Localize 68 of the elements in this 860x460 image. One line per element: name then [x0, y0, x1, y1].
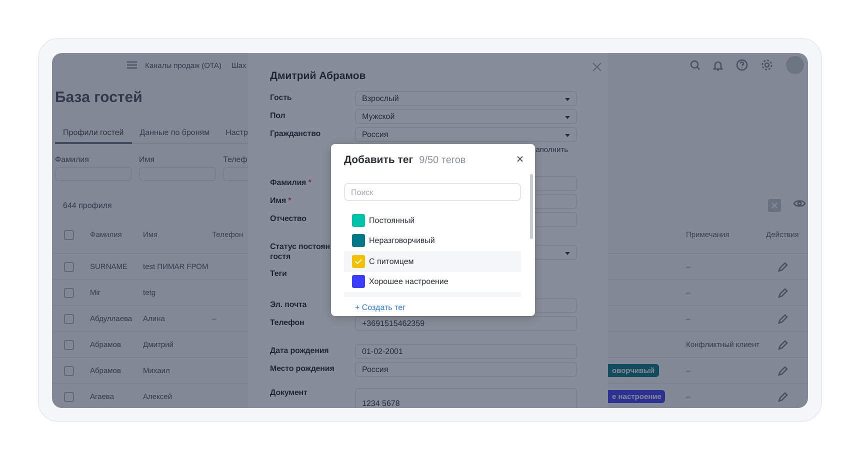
field-label: Эл. почта — [270, 300, 308, 310]
field-label: Телефон — [270, 318, 306, 328]
field-label: Теги — [270, 269, 288, 279]
checkbox[interactable] — [64, 392, 74, 402]
field-label: Пол — [270, 111, 286, 121]
field-label: Статус постоян гостя — [270, 242, 331, 262]
checkbox[interactable] — [64, 288, 74, 298]
field-label: Фамилия * — [270, 178, 312, 188]
search-icon[interactable] — [690, 60, 700, 70]
field-label: Гость — [270, 93, 293, 103]
pencil-icon[interactable] — [778, 366, 788, 376]
filter-label: Телеф — [223, 155, 248, 165]
tag-option[interactable]: Неразговорчивый — [344, 230, 521, 251]
filter-label: Фамилия — [55, 155, 90, 165]
field-label: Отчество — [270, 214, 308, 224]
select-field[interactable]: Взрослый — [355, 90, 577, 106]
select-field[interactable]: Россия — [355, 126, 577, 142]
eye-icon[interactable] — [793, 198, 806, 208]
select-field[interactable]: Мужской — [355, 108, 577, 124]
create-tag-link[interactable]: + Создать тег — [355, 303, 406, 312]
pencil-icon[interactable] — [778, 392, 788, 402]
search-field[interactable]: Поиск — [344, 183, 521, 201]
scrollbar[interactable] — [530, 174, 533, 239]
input-field[interactable]: +3691515462359 — [355, 316, 577, 330]
pencil-icon[interactable] — [778, 314, 788, 324]
check-icon — [355, 258, 362, 264]
tag-swatch[interactable] — [352, 254, 365, 268]
spreadsheet-icon[interactable] — [768, 198, 781, 212]
avatar[interactable] — [786, 56, 804, 74]
tag-swatch[interactable] — [352, 234, 365, 248]
input-field[interactable]: Россия — [355, 362, 577, 376]
caret-icon — [565, 116, 570, 118]
tag-swatch[interactable] — [352, 275, 365, 288]
checkbox[interactable] — [64, 340, 74, 350]
popup-title: Добавить тег — [344, 154, 414, 166]
tag-option[interactable]: Постоянный — [344, 210, 521, 230]
field-label: Дата рождения — [270, 346, 330, 356]
checkbox[interactable] — [64, 230, 74, 240]
field-label: Место рождения — [270, 364, 336, 374]
checkbox[interactable] — [64, 366, 74, 376]
field-label: Гражданство — [270, 129, 322, 139]
tab[interactable]: Данные по броням — [132, 123, 218, 144]
input-field[interactable]: 01-02-2001 — [355, 344, 577, 358]
page-title: База гостей — [55, 89, 142, 107]
pencil-icon[interactable] — [778, 340, 788, 350]
close-icon[interactable] — [517, 156, 523, 162]
pencil-icon[interactable] — [778, 262, 788, 272]
tag-counter: 9/50 тегов — [419, 154, 466, 166]
menu-icon[interactable] — [127, 61, 137, 69]
profile-count: 644 профиля — [63, 200, 112, 210]
tag-option[interactable]: С питомцем — [344, 251, 521, 272]
pencil-icon[interactable] — [778, 288, 788, 298]
filter-label: Имя — [139, 155, 156, 165]
tag-option[interactable]: Хорошее настроение — [344, 272, 521, 292]
caret-icon — [565, 134, 570, 136]
help-icon[interactable] — [736, 59, 748, 71]
input-field[interactable]: 1234 5678 — [355, 388, 577, 408]
bell-icon[interactable] — [713, 60, 723, 70]
dialog-title: Дмитрий Абрамов — [270, 69, 367, 83]
caret-icon — [565, 252, 570, 254]
caret-icon — [565, 98, 570, 100]
settings-icon[interactable] — [761, 59, 773, 71]
field-label: Документ — [270, 388, 308, 398]
tab[interactable]: Профили гостей — [55, 123, 132, 144]
field-label: Имя * — [270, 196, 292, 206]
checkbox[interactable] — [64, 262, 74, 272]
checkbox[interactable] — [64, 314, 74, 324]
tag-swatch[interactable] — [352, 214, 365, 227]
